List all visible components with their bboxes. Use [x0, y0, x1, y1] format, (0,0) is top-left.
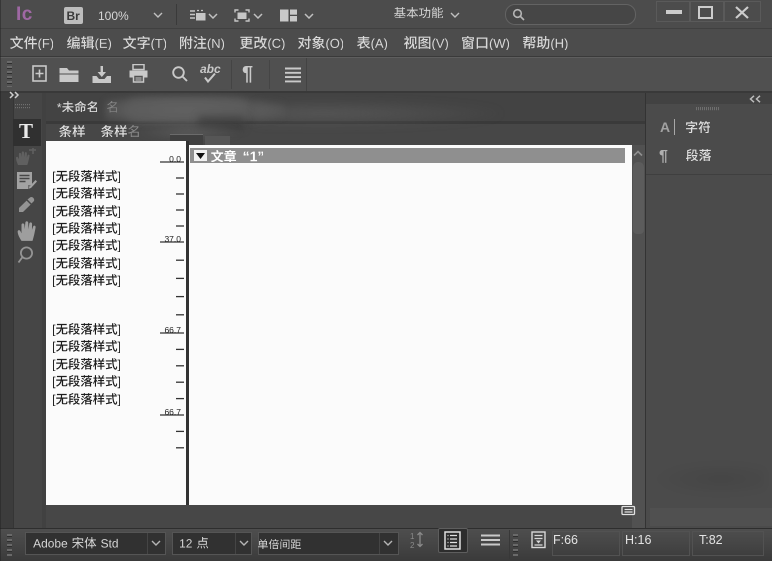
- svg-text:abc: abc: [200, 63, 221, 76]
- svg-text:¶: ¶: [659, 148, 668, 164]
- svg-text:1: 1: [410, 532, 415, 541]
- svg-text:¶: ¶: [242, 63, 253, 85]
- svg-text:2: 2: [410, 541, 415, 549]
